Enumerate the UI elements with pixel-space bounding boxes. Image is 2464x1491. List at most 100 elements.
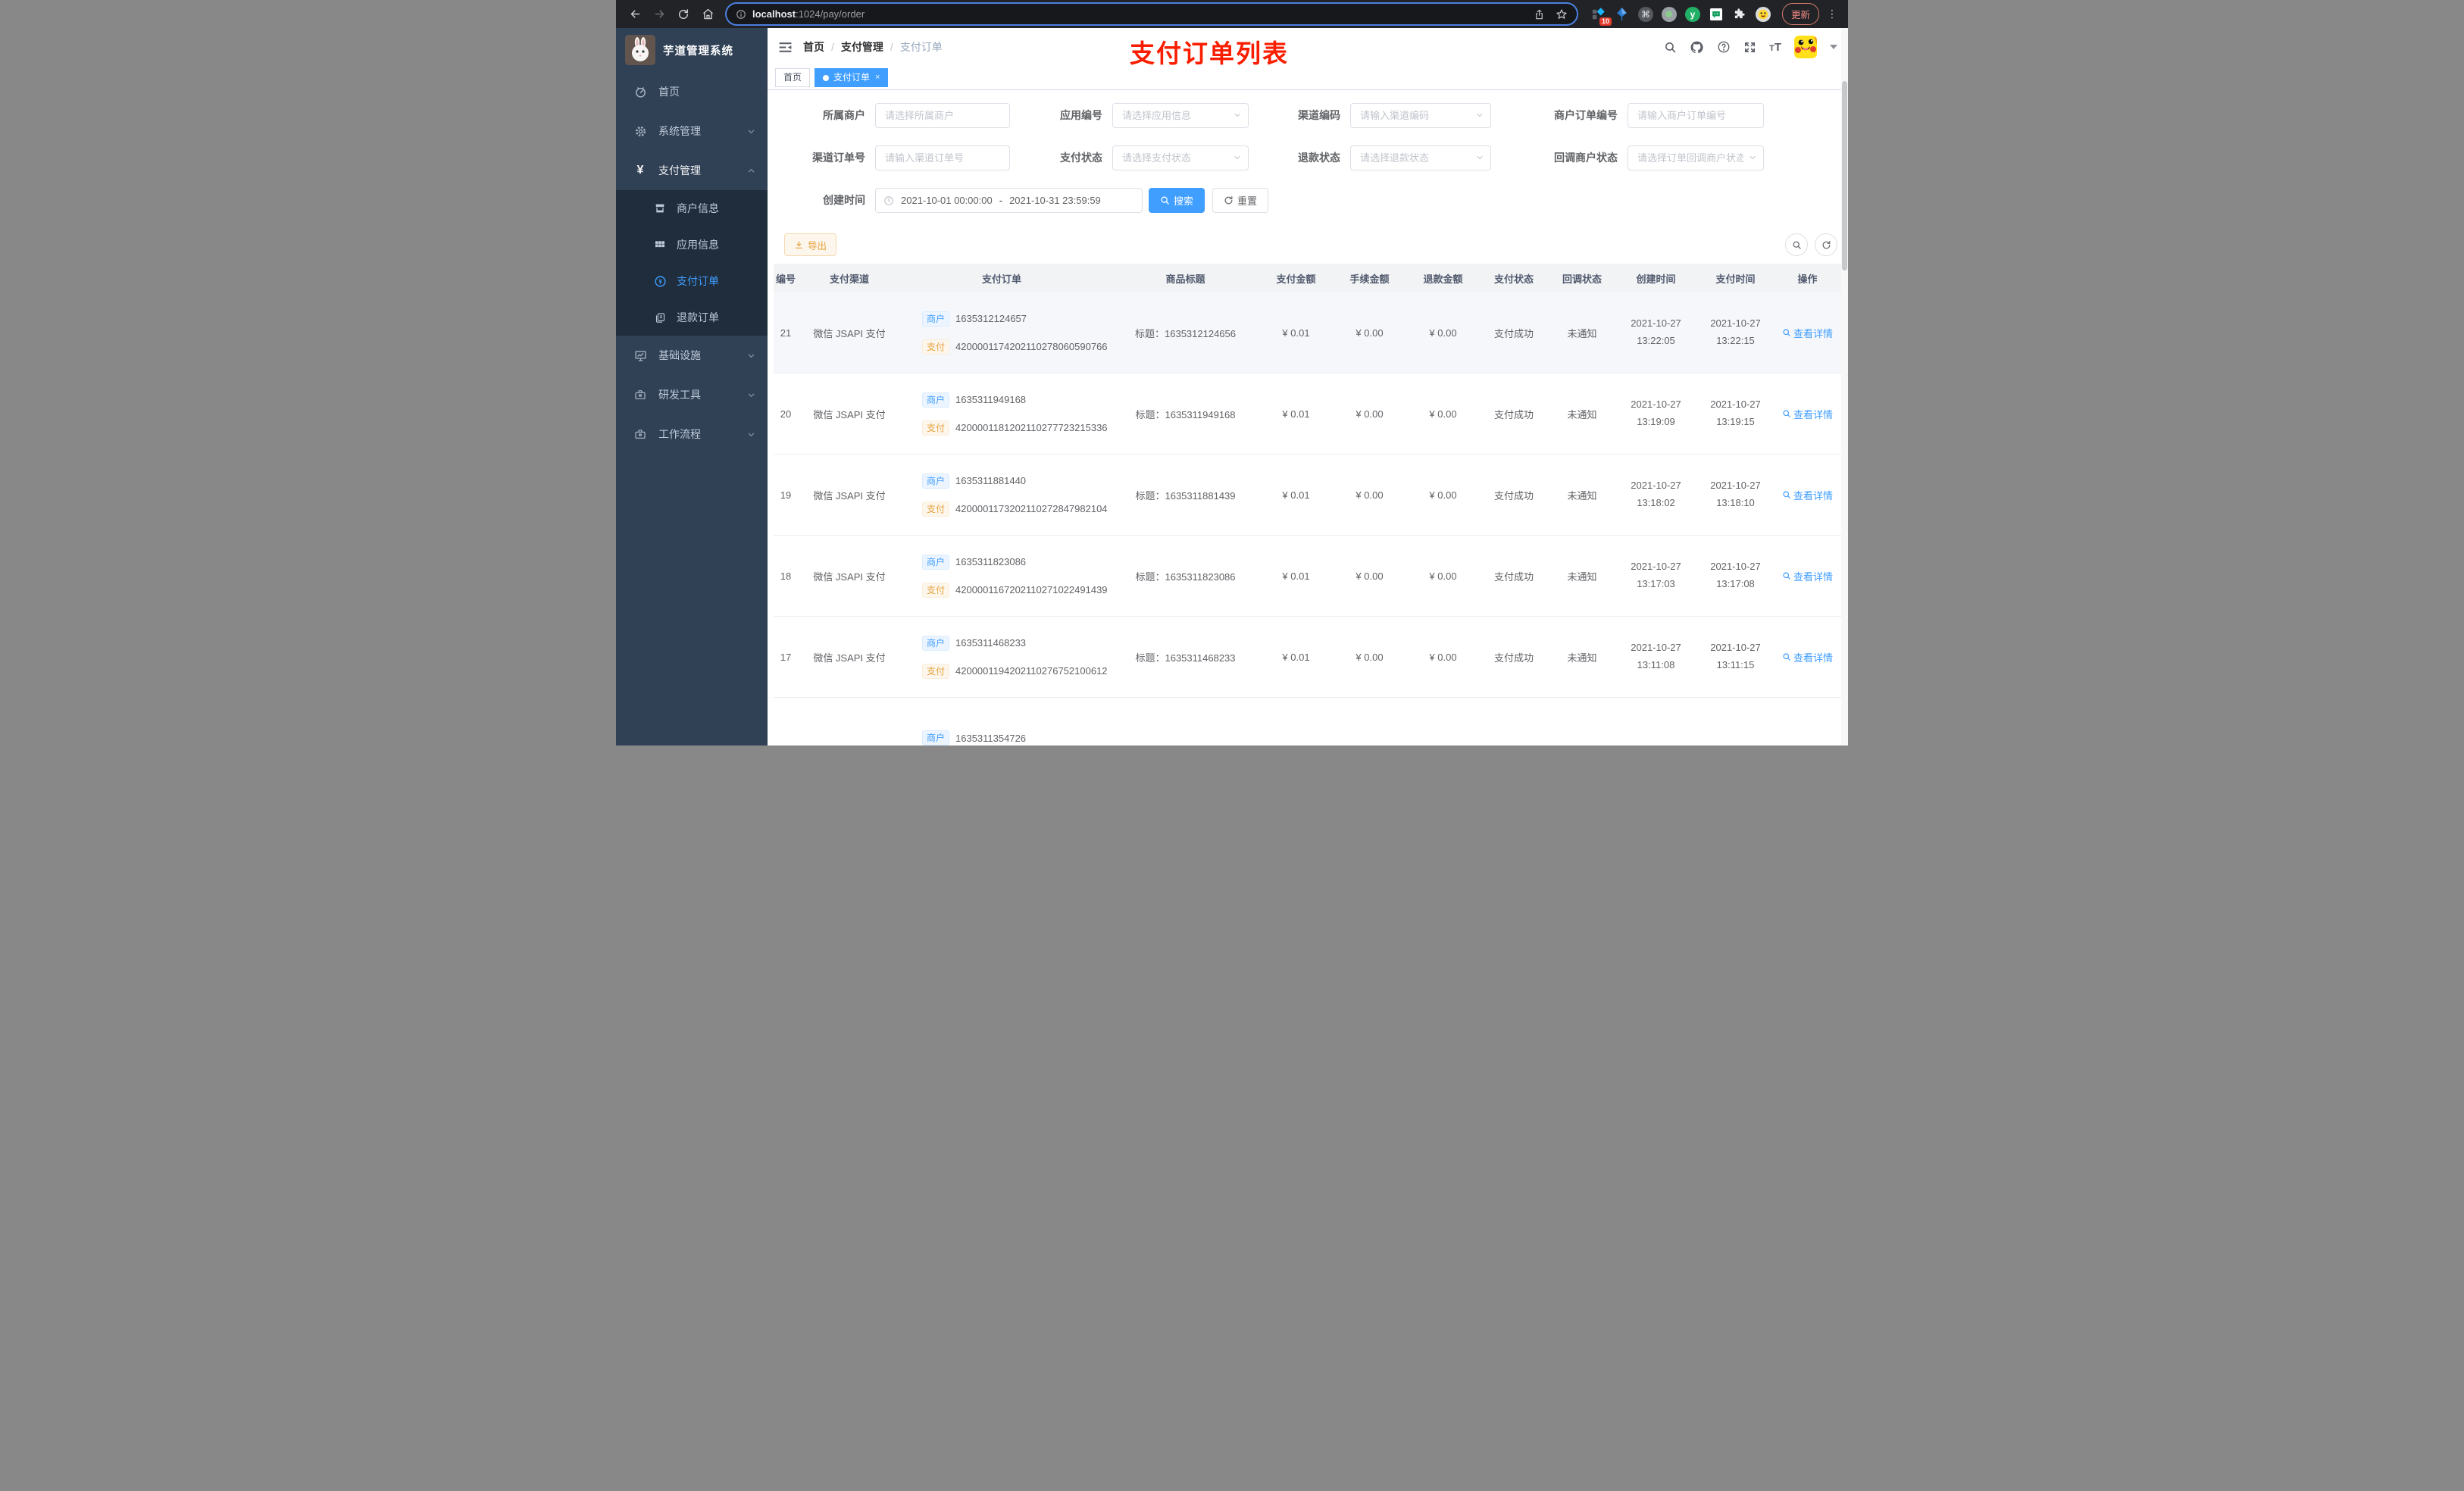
toggle-search-button[interactable]	[1785, 233, 1808, 256]
refresh-icon	[1224, 196, 1233, 205]
home-icon[interactable]	[696, 3, 719, 26]
fullscreen-icon[interactable]	[1743, 41, 1756, 54]
create-time-range-picker[interactable]: 2021-10-01 00:00:00 - 2021-10-31 23:59:5…	[875, 188, 1143, 213]
reset-button-label: 重置	[1237, 195, 1258, 207]
page-scrollbar[interactable]	[1841, 28, 1848, 746]
cell-amount: ¥ 0.01	[1282, 651, 1310, 663]
refund-status-select[interactable]	[1350, 145, 1491, 170]
avatar-caret-icon[interactable]	[1830, 45, 1837, 49]
kite-extension-icon[interactable]	[1614, 6, 1631, 23]
sidebar-item-merchant-info[interactable]: 商户信息	[616, 190, 768, 227]
cell-created-time: 2021-10-27 13:22:05	[1631, 317, 1681, 346]
cell-paid-time: 2021-10-27 13:22:15	[1710, 317, 1761, 346]
bookmark-star-icon[interactable]	[1556, 8, 1568, 20]
cell-notify: 未通知	[1567, 327, 1597, 339]
yen-icon: ¥	[636, 164, 644, 177]
sidebar-toggle-icon[interactable]	[778, 40, 793, 55]
pay-status-select[interactable]	[1112, 145, 1249, 170]
browser-menu-icon[interactable]: ⋮	[1824, 8, 1840, 20]
pay-circle-icon: ¥	[652, 275, 668, 288]
filter-label-notify-status: 回调商户状态	[1554, 152, 1618, 164]
breadcrumb-home[interactable]: 首页	[803, 39, 824, 55]
table-row[interactable]: 17 微信 JSAPI 支付 商户 1635311468233 支付 4200001…	[774, 617, 1842, 698]
col-header-pay-order: 支付订单	[981, 273, 1021, 285]
cell-status: 支付成功	[1493, 327, 1534, 339]
cell-status: 支付成功	[1493, 489, 1534, 502]
sidebar-item-label: 系统管理	[658, 125, 701, 137]
app-select[interactable]	[1112, 103, 1249, 128]
tab-close-icon[interactable]: ×	[875, 69, 880, 86]
tab-pay-order[interactable]: 支付订单 ×	[815, 68, 889, 87]
cell-id: 18	[780, 570, 792, 582]
view-detail-link[interactable]: 查看详情	[1782, 407, 1833, 421]
sidebar-item-app-info[interactable]: 应用信息	[616, 227, 768, 263]
channel-code-select[interactable]	[1350, 103, 1491, 128]
merchant-tag: 商户	[922, 635, 950, 651]
notify-status-select[interactable]	[1628, 145, 1764, 170]
share-icon[interactable]	[1534, 8, 1545, 20]
pay-order-no: 4200001173202110272847982104	[955, 503, 1108, 514]
github-icon[interactable]	[1690, 40, 1704, 55]
table-row[interactable]: 18 微信 JSAPI 支付 商户 1635311823086 支付 4200001…	[774, 536, 1842, 617]
site-info-icon[interactable]	[736, 9, 746, 20]
reload-icon[interactable]	[672, 3, 695, 26]
sidebar-item-system[interactable]: 系统管理	[616, 111, 768, 151]
filter-label-channel-code: 渠道编码	[1298, 109, 1340, 121]
cell-refund: ¥ 0.00	[1429, 651, 1457, 663]
chat-extension-icon[interactable]	[1708, 6, 1724, 23]
table-row[interactable]: 21 微信 JSAPI 支付 商户 1635312124657 支付 4200001…	[774, 292, 1842, 374]
tab-label: 首页	[783, 72, 802, 83]
refresh-table-button[interactable]	[1815, 233, 1837, 256]
sidebar-item-infra[interactable]: 基础设施	[616, 336, 768, 375]
sidebar-item-devtools[interactable]: 研发工具	[616, 375, 768, 414]
dot-extension-icon[interactable]	[1661, 6, 1678, 23]
url-bar[interactable]: localhost:1024/pay/order	[727, 4, 1577, 24]
channel-order-no-input[interactable]	[875, 145, 1010, 170]
sidebar-item-label: 应用信息	[677, 239, 719, 251]
forward-icon[interactable]	[648, 3, 671, 26]
search-icon[interactable]	[1664, 41, 1677, 54]
search-button[interactable]: 搜索	[1149, 188, 1205, 213]
scrollbar-thumb[interactable]	[1842, 81, 1847, 270]
sidebar-item-home[interactable]: 首页	[616, 72, 768, 111]
cell-fee: ¥ 0.00	[1356, 570, 1384, 582]
sidebar-item-label: 研发工具	[658, 389, 701, 401]
view-detail-link[interactable]: 查看详情	[1782, 488, 1833, 502]
chrome-update-button[interactable]: 更新	[1781, 3, 1819, 25]
view-detail-link[interactable]: 查看详情	[1782, 326, 1833, 340]
table-row[interactable]: 20 微信 JSAPI 支付 商户 1635311949168 支付 4200001…	[774, 374, 1842, 455]
sidebar-item-pay-order[interactable]: ¥ 支付订单	[616, 263, 768, 299]
y-extension-icon[interactable]: y	[1684, 6, 1701, 23]
tab-manager-extension-icon[interactable]: 10	[1590, 6, 1612, 26]
range-separator: -	[999, 195, 1003, 206]
col-header-created: 创建时间	[1636, 273, 1676, 285]
breadcrumb-pay[interactable]: 支付管理	[841, 39, 883, 55]
cell-pay-order: 商户 1635311354726	[892, 730, 1112, 746]
view-detail-link[interactable]: 查看详情	[1782, 569, 1833, 583]
view-detail-link[interactable]: 查看详情	[1782, 650, 1833, 664]
reset-button[interactable]: 重置	[1212, 188, 1269, 213]
table-row[interactable]: 19 微信 JSAPI 支付 商户 1635311881440 支付 4200001…	[774, 455, 1842, 536]
col-header-title: 商品标题	[1165, 273, 1205, 285]
emoji-extension-icon[interactable]	[1755, 6, 1771, 23]
url-text: localhost:1024/pay/order	[752, 8, 865, 21]
merchant-input[interactable]	[875, 103, 1010, 128]
merchant-order-no-input[interactable]	[1628, 103, 1764, 128]
pay-submenu: 商户信息 应用信息 ¥ 支付订单 退款订单	[616, 190, 768, 336]
extensions-puzzle-icon[interactable]	[1731, 6, 1748, 23]
command-extension-icon[interactable]: ⌘	[1637, 6, 1654, 23]
sidebar-item-pay[interactable]: ¥ 支付管理	[616, 151, 768, 190]
help-icon[interactable]	[1717, 40, 1731, 54]
briefcase-icon	[633, 389, 648, 401]
sidebar-item-workflow[interactable]: 工作流程	[616, 414, 768, 454]
cell-paid-time: 2021-10-27 13:11:15	[1710, 642, 1761, 670]
sidebar-item-refund-order[interactable]: 退款订单	[616, 299, 768, 336]
tab-home[interactable]: 首页	[775, 68, 811, 87]
sidebar-logo[interactable]: 芋道管理系统	[616, 28, 768, 72]
font-size-icon[interactable]: TT	[1769, 41, 1781, 54]
export-button[interactable]: 导出	[784, 233, 837, 256]
avatar[interactable]	[1794, 36, 1817, 58]
col-header-fee: 手续金额	[1349, 273, 1390, 285]
table-row[interactable]: 商户 1635311354726	[774, 698, 1842, 746]
back-icon[interactable]	[624, 3, 646, 26]
